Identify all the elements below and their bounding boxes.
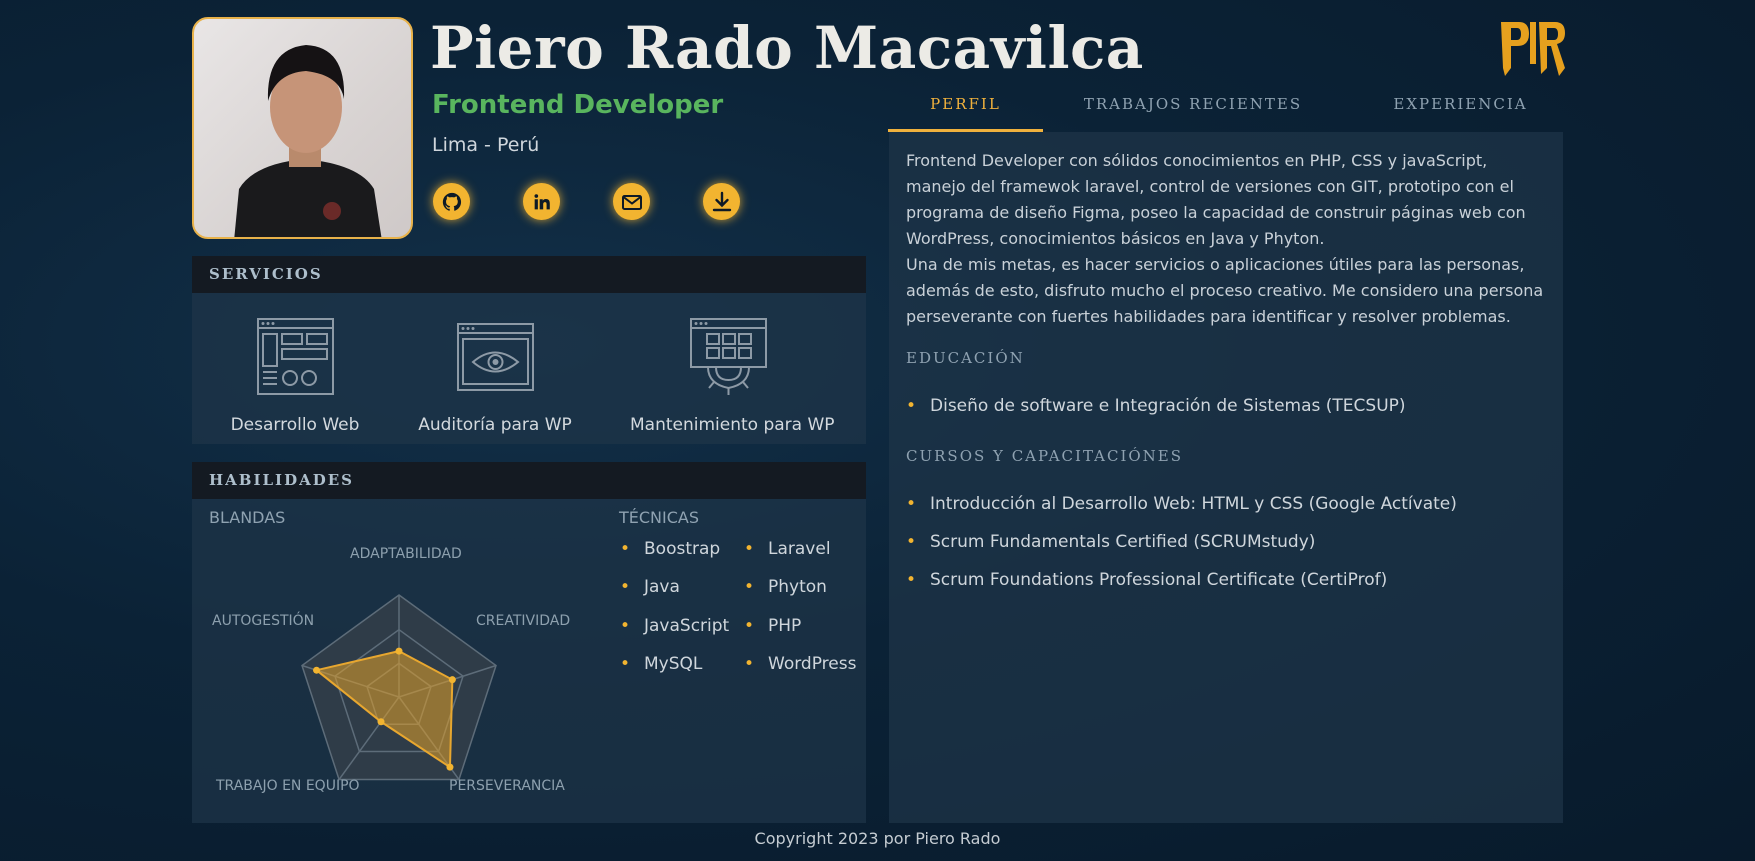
pir-logo-icon	[1501, 22, 1565, 76]
tech-skills-title: TÉCNICAS	[619, 508, 700, 527]
skills-title: HABILIDADES	[192, 462, 866, 499]
eye-window-icon	[457, 323, 534, 391]
tech-item: Boostrap	[620, 539, 720, 559]
radar-label-adaptabilidad: ADAPTABILIDAD	[350, 546, 462, 562]
radar-point	[446, 763, 454, 771]
course-item: Introducción al Desarrollo Web: HTML y C…	[906, 494, 1457, 514]
gear-window-icon	[690, 318, 767, 395]
tab-experiencia[interactable]: EXPERIENCIA	[1358, 80, 1563, 129]
download-button[interactable]	[703, 183, 740, 220]
download-icon	[712, 191, 731, 211]
tech-item: WordPress	[744, 654, 857, 674]
tech-item: PHP	[744, 616, 802, 636]
tech-item: JavaScript	[620, 616, 729, 636]
email-button[interactable]	[613, 183, 650, 220]
github-button[interactable]	[433, 183, 470, 220]
radar-label-trabajo-equipo: TRABAJO EN EQUIPO	[216, 778, 360, 794]
education-item: Diseño de software e Integración de Sist…	[906, 396, 1406, 416]
about-text: Frontend Developer con sólidos conocimie…	[906, 148, 1546, 330]
footer-copyright: Copyright 2023 por Piero Rado	[754, 829, 1001, 848]
course-item: Scrum Fundamentals Certified (SCRUMstudy…	[906, 532, 1315, 552]
radar-label-creatividad: CREATIVIDAD	[476, 613, 571, 629]
site-logo[interactable]	[1497, 18, 1567, 89]
github-icon	[442, 192, 461, 211]
tab-perfil[interactable]: PERFIL	[888, 80, 1043, 132]
tab-trabajos-recientes[interactable]: TRABAJOS RECIENTES	[1063, 80, 1323, 129]
courses-title: CURSOS Y CAPACITACIÓNES	[906, 447, 1184, 465]
service-label-desarrollo-web: Desarrollo Web	[230, 415, 360, 435]
person-photo	[234, 45, 382, 237]
radar-point	[313, 666, 321, 674]
soft-skills-radar	[301, 594, 497, 781]
email-icon	[621, 194, 642, 210]
profile-role: Frontend Developer	[432, 90, 724, 120]
linkedin-icon	[533, 193, 550, 209]
tech-item: Phyton	[744, 577, 827, 597]
profile-name: Piero Rado Macavilca	[430, 14, 1144, 82]
profile-location: Lima - Perú	[432, 134, 540, 156]
radar-point	[377, 718, 385, 726]
web-layout-icon	[257, 318, 334, 395]
tech-item: MySQL	[620, 654, 703, 674]
services-title: SERVICIOS	[192, 256, 866, 293]
soft-skills-title: BLANDAS	[209, 508, 286, 527]
tab-bar: PERFIL TRABAJOS RECIENTES EXPERIENCIA	[888, 80, 1563, 132]
tech-item: Java	[620, 577, 680, 597]
service-label-mantenimiento-wp: Mantenimiento para WP	[630, 415, 835, 435]
radar-point	[395, 647, 403, 655]
linkedin-button[interactable]	[523, 183, 560, 220]
radar-label-autogestion: AUTOGESTIÓN	[212, 613, 315, 629]
about-paragraph: Frontend Developer con sólidos conocimie…	[906, 151, 1526, 248]
education-title: EDUCACIÓN	[906, 349, 1025, 367]
radar-label-perseverancia: PERSEVERANCIA	[449, 778, 565, 794]
service-label-auditoria-wp: Auditoría para WP	[418, 415, 572, 435]
about-paragraph: Una de mis metas, es hacer servicios o a…	[906, 255, 1544, 326]
profile-photo	[192, 17, 413, 239]
tech-item: Laravel	[744, 539, 830, 559]
course-item: Scrum Foundations Professional Certifica…	[906, 570, 1387, 590]
radar-point	[448, 676, 456, 684]
